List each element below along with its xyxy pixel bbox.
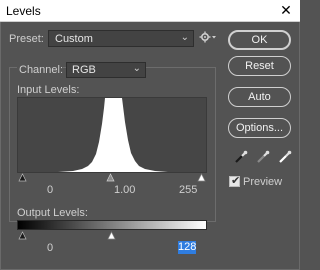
input-gamma-handle bbox=[106, 173, 115, 182]
gear-icon[interactable] bbox=[199, 30, 217, 46]
output-black-field[interactable]: 0 bbox=[47, 242, 53, 254]
histogram-fill bbox=[18, 98, 206, 172]
channel-dropdown[interactable]: RGB ⌄ bbox=[66, 62, 146, 78]
preset-value: Custom bbox=[55, 33, 93, 45]
preset-label: Preset: bbox=[9, 33, 44, 45]
input-levels-slider[interactable] bbox=[17, 173, 207, 182]
options-button[interactable]: Options... bbox=[228, 118, 291, 138]
white-point-eyedropper-icon[interactable] bbox=[277, 149, 293, 165]
output-white-field[interactable]: 128 bbox=[178, 241, 196, 254]
input-black-field[interactable]: 0 bbox=[47, 184, 53, 196]
output-gradient-bar bbox=[17, 220, 207, 230]
eyedropper-group bbox=[233, 149, 293, 165]
input-gamma-field[interactable]: 1.00 bbox=[114, 184, 135, 196]
histogram bbox=[17, 97, 207, 173]
output-white-handle bbox=[107, 231, 116, 240]
preset-dropdown[interactable]: Custom ⌄ bbox=[48, 30, 194, 47]
gray-point-eyedropper-icon[interactable] bbox=[255, 149, 271, 165]
histogram-graph bbox=[18, 98, 206, 172]
auto-button[interactable]: Auto bbox=[228, 87, 291, 107]
output-black-handle bbox=[18, 231, 27, 240]
input-levels-label: Input Levels: bbox=[17, 84, 80, 96]
close-icon[interactable]: ✕ bbox=[278, 2, 294, 19]
ok-button[interactable]: OK bbox=[228, 30, 291, 50]
channel-label: Channel: bbox=[19, 64, 64, 76]
window-title: Levels bbox=[6, 4, 41, 18]
check-icon: ✔ bbox=[231, 175, 241, 187]
preview-label: Preview bbox=[243, 176, 283, 188]
title-bar bbox=[0, 0, 300, 22]
reset-button[interactable]: Reset bbox=[228, 56, 291, 76]
chevron-down-icon: ⌄ bbox=[132, 63, 141, 74]
output-levels-label: Output Levels: bbox=[17, 207, 88, 219]
input-white-handle bbox=[197, 173, 206, 182]
output-levels-slider[interactable] bbox=[17, 230, 207, 240]
chevron-down-icon: ⌄ bbox=[180, 32, 189, 43]
input-white-field[interactable]: 255 bbox=[179, 184, 197, 196]
channel-value: RGB bbox=[72, 64, 96, 76]
black-point-eyedropper-icon[interactable] bbox=[233, 149, 249, 165]
input-black-handle bbox=[18, 173, 27, 182]
preview-checkbox[interactable]: ✔ bbox=[229, 175, 241, 187]
